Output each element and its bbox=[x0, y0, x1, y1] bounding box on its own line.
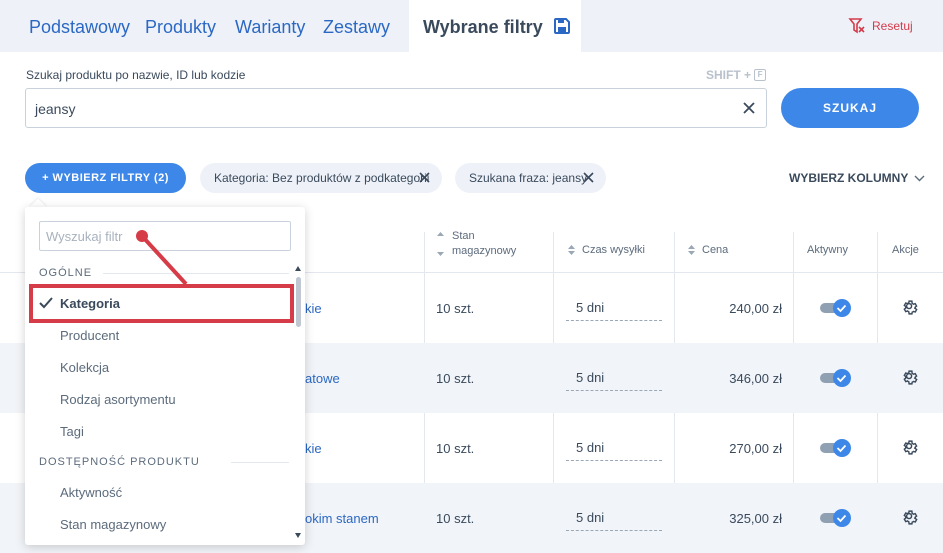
gear-icon[interactable] bbox=[902, 299, 919, 316]
filter-option-stan-magazynowy[interactable]: Stan magazynowy bbox=[60, 517, 166, 532]
active-toggle[interactable] bbox=[820, 439, 852, 457]
chevron-down-icon bbox=[914, 175, 925, 181]
sort-icon[interactable] bbox=[688, 244, 695, 256]
clear-icon[interactable] bbox=[742, 101, 756, 115]
tab-zestawy[interactable]: Zestawy bbox=[323, 0, 390, 52]
search-button[interactable]: SZUKAJ bbox=[781, 88, 919, 128]
filter-reset-icon bbox=[848, 18, 865, 34]
shortcut-key: F bbox=[754, 69, 767, 81]
price-value: 240,00 zł bbox=[729, 301, 782, 316]
gear-icon[interactable] bbox=[902, 439, 919, 456]
search-input-value: jeansy bbox=[35, 101, 76, 117]
filter-option-kolekcja[interactable]: Kolekcja bbox=[60, 360, 109, 375]
tab-warianty[interactable]: Warianty bbox=[235, 0, 305, 52]
product-list-page: Podstawowy Produkty Warianty Zestawy Wyb… bbox=[0, 0, 943, 553]
group-divider bbox=[103, 273, 289, 274]
group-label-general: OGÓLNE bbox=[39, 267, 93, 279]
search-label: Szukaj produktu po nazwie, ID lub kodzie bbox=[26, 68, 246, 82]
stock-value: 10 szt. bbox=[436, 441, 475, 456]
shipping-time-input[interactable]: 5 dni bbox=[566, 435, 662, 461]
filter-option-aktywnosc[interactable]: Aktywność bbox=[60, 485, 122, 500]
price-value: 270,00 zł bbox=[729, 441, 782, 456]
sort-icon[interactable] bbox=[437, 231, 444, 257]
filter-option-tagi[interactable]: Tagi bbox=[60, 424, 84, 439]
remove-chip-icon[interactable] bbox=[583, 172, 594, 183]
product-name-link[interactable]: kie bbox=[305, 301, 322, 316]
group-divider bbox=[231, 462, 289, 463]
keyboard-shortcut-hint: SHIFT + F bbox=[706, 68, 767, 82]
search-input[interactable]: jeansy bbox=[25, 88, 767, 128]
filter-search-input[interactable] bbox=[39, 221, 291, 251]
product-name-link[interactable]: okim stanem bbox=[305, 511, 379, 526]
group-label-availability: DOSTĘPNOŚĆ PRODUKTU bbox=[39, 456, 200, 468]
filter-chip-label: Szukana fraza: jeansy bbox=[469, 171, 588, 185]
price-value: 325,00 zł bbox=[729, 511, 782, 526]
choose-filters-button[interactable]: + WYBIERZ FILTRY (2) bbox=[25, 163, 186, 193]
annotation-highlight-box bbox=[29, 284, 294, 323]
tab-podstawowy[interactable]: Podstawowy bbox=[29, 0, 130, 52]
reset-label: Resetuj bbox=[872, 19, 913, 33]
tab-bar: Podstawowy Produkty Warianty Zestawy Wyb… bbox=[0, 0, 943, 52]
save-icon bbox=[554, 18, 570, 34]
product-name-link[interactable]: kie bbox=[305, 441, 322, 456]
save-filters-button[interactable] bbox=[543, 0, 581, 52]
filter-chip-label: Kategoria: Bez produktów z podkategorii bbox=[214, 171, 430, 185]
column-header-price[interactable]: Cena bbox=[702, 244, 728, 256]
stock-value: 10 szt. bbox=[436, 301, 475, 316]
choose-columns-label: WYBIERZ KOLUMNY bbox=[789, 171, 909, 185]
active-toggle[interactable] bbox=[820, 509, 852, 527]
gear-icon[interactable] bbox=[902, 369, 919, 386]
scrollbar-thumb[interactable] bbox=[296, 277, 301, 327]
filter-dropdown: OGÓLNE Kategoria Producent Kolekcja Rodz… bbox=[25, 207, 305, 545]
shipping-time-input[interactable]: 5 dni bbox=[566, 295, 662, 321]
column-header-stock-line1[interactable]: Stan bbox=[452, 230, 475, 242]
active-toggle[interactable] bbox=[820, 299, 852, 317]
remove-chip-icon[interactable] bbox=[419, 172, 430, 183]
stock-value: 10 szt. bbox=[436, 371, 475, 386]
filter-chip-kategoria: Kategoria: Bez produktów z podkategorii bbox=[200, 163, 442, 193]
column-header-actions: Akcje bbox=[892, 244, 919, 256]
sort-icon[interactable] bbox=[568, 244, 575, 256]
price-value: 346,00 zł bbox=[729, 371, 782, 386]
stock-value: 10 szt. bbox=[436, 511, 475, 526]
column-header-active: Aktywny bbox=[807, 244, 848, 256]
gear-icon[interactable] bbox=[902, 509, 919, 526]
filter-option-producent[interactable]: Producent bbox=[60, 328, 119, 343]
choose-columns-button[interactable]: WYBIERZ KOLUMNY bbox=[789, 171, 925, 185]
column-header-stock-line2[interactable]: magazynowy bbox=[452, 245, 516, 257]
filter-option-rodzaj-asortymentu[interactable]: Rodzaj asortymentu bbox=[60, 392, 176, 407]
filter-chip-fraza: Szukana fraza: jeansy bbox=[455, 163, 606, 193]
tab-produkty[interactable]: Produkty bbox=[145, 0, 216, 52]
reset-button[interactable]: Resetuj bbox=[848, 17, 913, 35]
column-header-shipping[interactable]: Czas wysyłki bbox=[582, 244, 645, 256]
active-toggle[interactable] bbox=[820, 369, 852, 387]
tab-wybrane-filtry[interactable]: Wybrane filtry bbox=[409, 0, 557, 52]
shipping-time-input[interactable]: 5 dni bbox=[566, 365, 662, 391]
shortcut-text: SHIFT + bbox=[706, 68, 752, 82]
product-name-link[interactable]: atowe bbox=[305, 371, 340, 386]
shipping-time-input[interactable]: 5 dni bbox=[566, 505, 662, 531]
